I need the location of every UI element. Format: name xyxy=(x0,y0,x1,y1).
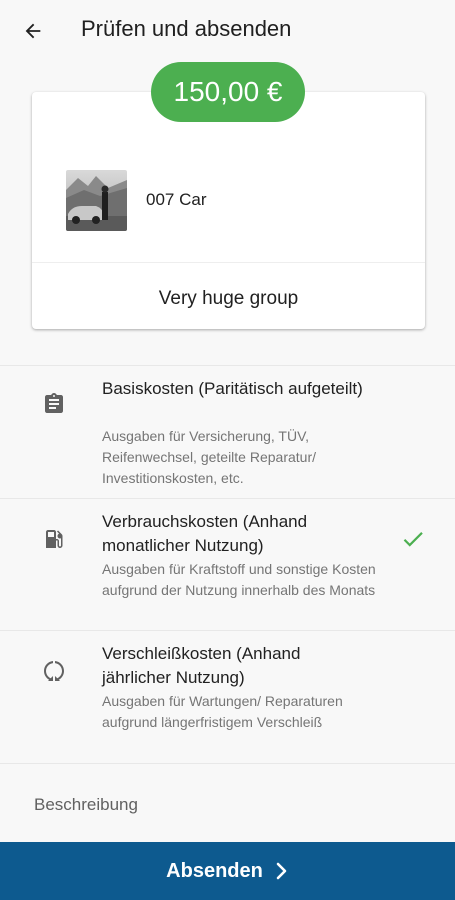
cost-option-verbrauch[interactable]: Verbrauchskosten (Anhand monatlicher Nut… xyxy=(0,499,455,630)
cost-option-description: Ausgaben für Versicherung, TÜV, Reifenwe… xyxy=(102,428,317,486)
amount-badge: 150,00 € xyxy=(151,62,305,122)
cost-option-description: Ausgaben für Kraftstoff und sonstige Kos… xyxy=(102,561,376,598)
page-title: Prüfen und absenden xyxy=(81,16,292,41)
card-divider xyxy=(32,262,425,263)
description-field[interactable]: Beschreibung xyxy=(34,795,138,815)
checkmark-icon xyxy=(403,532,423,547)
app-screen: Prüfen und absenden 150,00 € 007 Car Ver… xyxy=(0,0,455,900)
car-photo xyxy=(66,170,127,231)
submit-button[interactable]: Absenden xyxy=(0,842,455,900)
cost-option-description: Ausgaben für Wartungen/ Reparaturen aufg… xyxy=(102,693,343,730)
toolbar: Prüfen und absenden xyxy=(0,0,455,62)
cost-option-title: Verschleißkosten (Anhand jährlicher Nutz… xyxy=(102,644,301,687)
group-name: Very huge group xyxy=(158,288,299,309)
cost-option-basis[interactable]: Basiskosten (Paritätisch aufgeteilt) Aus… xyxy=(0,366,455,498)
cost-option-verschleiss[interactable]: Verschleißkosten (Anhand jährlicher Nutz… xyxy=(0,631,455,763)
circular-progress-icon xyxy=(40,657,68,685)
back-button[interactable] xyxy=(18,16,48,46)
summary-card: 007 Car Very huge group xyxy=(32,92,425,329)
submit-label: Absenden xyxy=(166,859,263,882)
cost-option-title: Verbrauchskosten (Anhand monatlicher Nut… xyxy=(102,512,308,555)
fuel-pump-icon xyxy=(40,525,68,553)
car-name: 007 Car xyxy=(146,190,207,209)
list-divider xyxy=(0,763,455,764)
cost-option-title: Basiskosten (Paritätisch aufgeteilt) xyxy=(102,379,363,398)
clipboard-icon xyxy=(40,390,68,418)
arrow-back-icon xyxy=(25,23,41,39)
chevron-right-icon xyxy=(276,862,287,880)
